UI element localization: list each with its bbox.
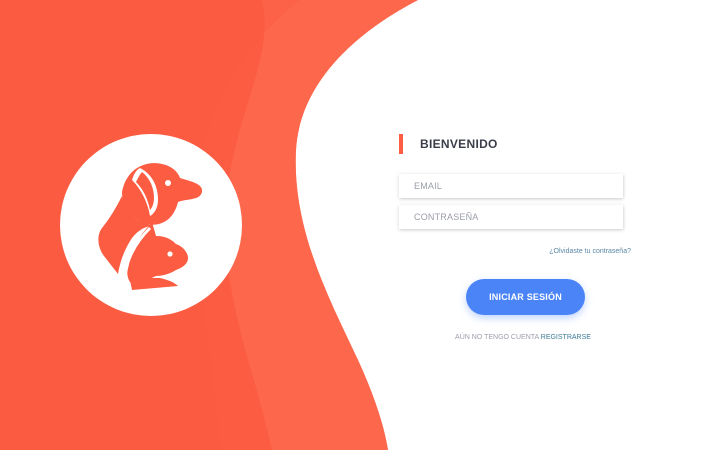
password-field[interactable] xyxy=(399,205,623,229)
email-field[interactable] xyxy=(399,174,623,198)
logo-badge xyxy=(60,134,242,316)
forgot-password-link[interactable]: ¿Olvidaste tu contraseña? xyxy=(549,248,631,255)
login-form: BIENVENIDO ¿Olvidaste tu contraseña? INI… xyxy=(399,132,631,341)
register-link[interactable]: REGISTRARSE xyxy=(541,334,591,341)
register-prompt: AÚN NO TENGO CUENTA REGISTRARSE xyxy=(399,334,647,341)
no-account-text: AÚN NO TENGO CUENTA xyxy=(455,334,539,341)
login-button[interactable]: INICIAR SESIÓN xyxy=(466,279,585,315)
welcome-title: BIENVENIDO xyxy=(420,137,498,151)
welcome-header: BIENVENIDO xyxy=(399,132,631,156)
login-page: BIENVENIDO ¿Olvidaste tu contraseña? INI… xyxy=(0,0,720,450)
dog-and-cat-icon xyxy=(98,163,203,290)
accent-bar xyxy=(399,134,403,154)
